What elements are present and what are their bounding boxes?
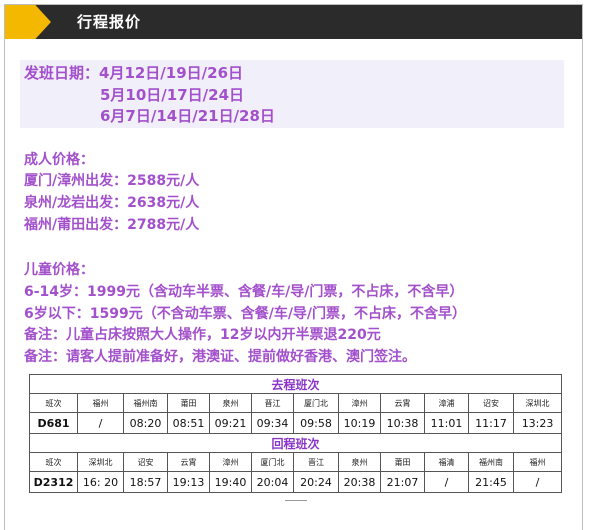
outbound-header-row: 班次 福州 福州南 莆田 泉州 晋江 厦门北 漳州 云霄 漳浦 诏安 深圳北 — [29, 393, 563, 413]
departure-dates-label: 发班日期：4月12日/19日/26日 — [24, 64, 244, 82]
section-title: 行程报价 — [77, 13, 142, 31]
table-cell: 13:23 — [512, 412, 563, 434]
child-note-bed: 备注：儿童占床按照大人操作，12岁以内开半票退220元 — [24, 327, 381, 343]
train-code: D681 — [29, 412, 78, 434]
child-price-under-6: 6岁以下：1599元（不含动车票、含餐/车/导/门票，不占床，不含早） — [24, 306, 467, 322]
table-header-cell: 福清 — [424, 452, 469, 472]
return-header-row: 班次 深圳北 诏安 云霄 漳州 厦门北 晋江 泉州 莆田 福清 福州南 福州 — [29, 452, 563, 472]
table-cell: 21:45 — [468, 471, 514, 493]
table-header-cell: 泉州 — [338, 452, 381, 472]
table-cell: / — [77, 412, 124, 434]
outbound-train-row: D681 / 08:20 08:51 09:21 09:34 09:58 10:… — [29, 412, 563, 434]
outbound-title-row: 去程班次 — [28, 374, 563, 394]
table-header-cell: 漳州 — [209, 452, 252, 472]
table-cell: 20:04 — [251, 471, 294, 493]
table-cell: 19:13 — [167, 471, 210, 493]
adult-price-fuzhou: 福州/莆田出发：2788元/人 — [24, 217, 200, 233]
table-header-cell: 晋江 — [251, 393, 294, 413]
table-cell: 08:51 — [167, 412, 210, 434]
table-cell: 08:20 — [123, 412, 168, 434]
table-cell: 20:24 — [293, 471, 339, 493]
table-header-cell: 福州 — [77, 393, 124, 413]
table-header-cell: 深圳北 — [77, 452, 124, 472]
table-cell: 11:01 — [424, 412, 469, 434]
table-header-cell: 厦门北 — [293, 393, 339, 413]
table-cell: 19:40 — [209, 471, 252, 493]
table-cell: 09:21 — [209, 412, 252, 434]
table-header-cell: 福州南 — [123, 393, 168, 413]
table-header-cell: 莆田 — [167, 393, 210, 413]
table-header-cell: 莆田 — [380, 452, 425, 472]
train-code: D2312 — [29, 471, 78, 493]
table-header-cell: 泉州 — [209, 393, 252, 413]
divider — [285, 500, 307, 501]
table-header-cell: 云霄 — [167, 452, 210, 472]
adult-price-heading: 成人价格： — [24, 152, 94, 168]
return-train-row: D2312 16: 20 18:57 19:13 19:40 20:04 20:… — [29, 471, 563, 493]
outbound-title: 去程班次 — [28, 374, 563, 394]
table-cell: 11:17 — [468, 412, 514, 434]
table-header-cell: 漳州 — [338, 393, 381, 413]
train-schedule-table: 去程班次 班次 福州 福州南 莆田 泉州 晋江 厦门北 漳州 云霄 漳浦 诏安 … — [28, 374, 563, 493]
adult-price-quanzhou: 泉州/龙岩出发：2638元/人 — [24, 195, 200, 211]
table-cell: 18:57 — [123, 471, 168, 493]
table-header-cell: 福州 — [512, 452, 563, 472]
table-header-cell: 班次 — [29, 393, 78, 413]
table-cell: 21:07 — [380, 471, 425, 493]
table-header-cell: 晋江 — [293, 452, 339, 472]
table-cell: 10:19 — [338, 412, 381, 434]
table-header-cell: 福州南 — [468, 452, 514, 472]
table-header-cell: 班次 — [29, 452, 78, 472]
table-cell: 20:38 — [338, 471, 381, 493]
child-price-6-14: 6-14岁：1999元（含动车半票、含餐/车/导/门票，不占床，不含早） — [24, 284, 464, 300]
table-cell: 10:38 — [380, 412, 425, 434]
table-header-cell: 漳浦 — [424, 393, 469, 413]
table-cell: 16: 20 — [77, 471, 124, 493]
departure-dates-june: 6月7日/14日/21日/28日 — [100, 107, 275, 125]
departure-dates-may: 5月10日/17日/24日 — [100, 86, 245, 104]
table-cell: / — [424, 471, 469, 493]
table-cell: 09:58 — [293, 412, 339, 434]
return-title: 回程班次 — [28, 433, 563, 453]
table-header-cell: 诏安 — [468, 393, 514, 413]
table-header-cell: 厦门北 — [251, 452, 294, 472]
section-header: 行程报价 — [5, 5, 582, 39]
table-cell: / — [512, 471, 563, 493]
table-cell: 09:34 — [251, 412, 294, 434]
table-header-cell: 云霄 — [380, 393, 425, 413]
table-header-cell: 深圳北 — [512, 393, 563, 413]
return-title-row: 回程班次 — [28, 433, 563, 453]
adult-price-xiamen: 厦门/漳州出发：2588元/人 — [24, 173, 200, 189]
child-price-heading: 儿童价格： — [24, 262, 94, 278]
table-header-cell: 诏安 — [123, 452, 168, 472]
chevron-arrow-icon — [5, 5, 51, 39]
child-note-visa: 备注：请客人提前准备好，港澳证、提前做好香港、澳门签注。 — [24, 349, 416, 365]
